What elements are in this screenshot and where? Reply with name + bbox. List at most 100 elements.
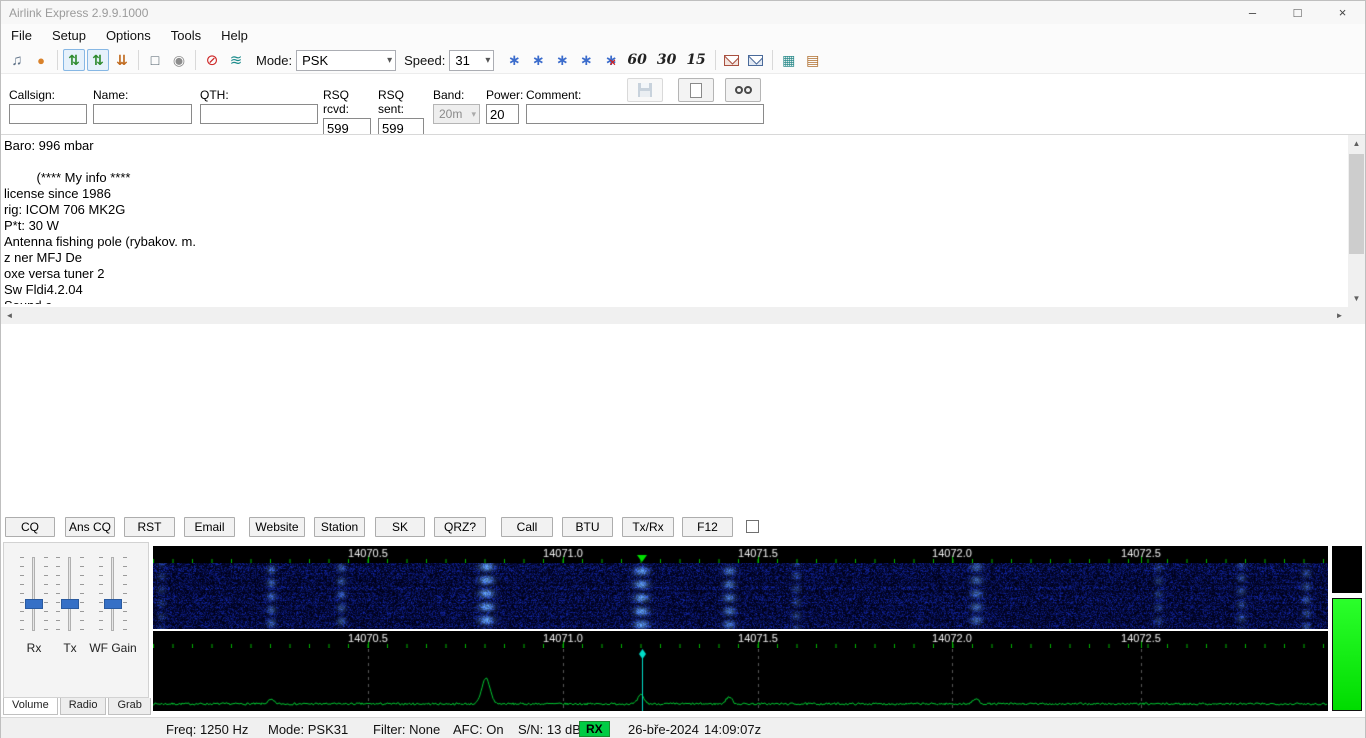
maximize-button[interactable]: □ [1275, 1, 1320, 24]
callsign-field[interactable] [9, 104, 87, 124]
window-controls: – □ × [1230, 1, 1365, 24]
macro-call-button[interactable]: Call [501, 517, 553, 537]
minimize-button[interactable]: – [1230, 1, 1275, 24]
email-send-icon[interactable] [721, 49, 743, 71]
chevron-down-icon: ▾ [471, 108, 476, 119]
macro-btu-button[interactable]: BTU [562, 517, 613, 537]
close-button[interactable]: × [1320, 1, 1365, 24]
rsid-off-icon[interactable]: ∗ × [599, 49, 621, 71]
scroll-right-icon[interactable]: ► [1331, 307, 1348, 324]
rsid-icon-1[interactable]: ∗ [503, 49, 525, 71]
rx-window[interactable]: Baro: 996 mbar (**** My info **** licens… [1, 134, 1365, 324]
stream-icon[interactable]: ≋ [225, 49, 247, 71]
volume-panel: Rx Tx WF Gain [3, 542, 149, 698]
chevron-down-icon: ▾ [485, 54, 491, 66]
tx-window[interactable] [1, 324, 1365, 515]
macro-bar: CQ Ans CQ RST Email Website Station SK Q… [1, 515, 1365, 539]
rsid-icon-3[interactable]: ∗ [551, 49, 573, 71]
macro-cq-button[interactable]: CQ [5, 517, 55, 537]
speed-60-button[interactable]: 60 [627, 52, 646, 68]
rx-slider-label: Rx [26, 641, 42, 655]
macro-checkbox[interactable] [746, 520, 759, 533]
qth-label: QTH: [200, 88, 229, 102]
stop-tx-icon[interactable]: ⊘ [201, 49, 223, 71]
monitor-icon[interactable]: □ [144, 49, 166, 71]
macro-qrz-button[interactable]: QRZ? [434, 517, 486, 537]
band-label: Band: [433, 88, 465, 102]
window-title: Airlink Express 2.9.9.1000 [9, 5, 149, 20]
status-freq: Freq: 1250 Hz [166, 722, 249, 737]
search-log-button[interactable] [725, 78, 761, 102]
menu-setup[interactable]: Setup [42, 26, 96, 45]
document-icon [690, 82, 702, 98]
mode-select[interactable]: PSK ▾ [296, 49, 397, 71]
rx-horizontal-scrollbar[interactable]: ◄ ► [1, 307, 1348, 324]
save-disk-icon [638, 83, 652, 97]
scroll-down-icon[interactable]: ▼ [1348, 290, 1365, 307]
save-qso-button[interactable] [627, 78, 663, 102]
rx-text: Baro: 996 mbar (**** My info **** licens… [4, 138, 196, 304]
toolbar-separator [57, 50, 58, 70]
menubar: File Setup Options Tools Help [1, 24, 1365, 47]
speed-30-button[interactable]: 30 [657, 52, 676, 68]
split-view-icon[interactable]: ⇊ [111, 49, 133, 71]
macro-station-button[interactable]: Station [314, 517, 365, 537]
scroll-up-icon[interactable]: ▲ [1348, 135, 1365, 152]
menu-options[interactable]: Options [96, 26, 161, 45]
waterfall-display[interactable] [153, 563, 1328, 629]
macro-f12-button[interactable]: F12 [682, 517, 733, 537]
logbook-grid-icon[interactable]: ▦ [778, 49, 800, 71]
record-icon[interactable]: ◉ [168, 49, 190, 71]
rsq-rcvd-label: RSQ rcvd: [323, 88, 350, 116]
slider-thumb[interactable] [25, 599, 43, 609]
name-label: Name: [93, 88, 129, 102]
audio-notes-icon[interactable]: ♫ [6, 49, 28, 71]
macro-ans-cq-button[interactable]: Ans CQ [65, 517, 115, 537]
rx-channel-a-icon[interactable]: ⇅ [63, 49, 85, 71]
log-sheet-icon[interactable]: ▤ [802, 49, 824, 71]
comment-field[interactable] [526, 104, 764, 124]
slider-thumb[interactable] [104, 599, 122, 609]
new-record-button[interactable] [678, 78, 714, 102]
name-field[interactable] [93, 104, 192, 124]
scrollbar-thumb[interactable] [1349, 154, 1364, 254]
spectrum-display[interactable] [153, 648, 1328, 711]
rx-indicator-badge: RX [579, 721, 610, 737]
slider-thumb[interactable] [61, 599, 79, 609]
tab-radio[interactable]: Radio [59, 698, 107, 715]
toolbar-separator [195, 50, 196, 70]
qth-field[interactable] [200, 104, 318, 124]
tab-volume[interactable]: Volume [3, 698, 58, 715]
rx-vertical-scrollbar[interactable]: ▲ ▼ [1348, 135, 1365, 307]
macro-website-button[interactable]: Website [249, 517, 305, 537]
rx-volume-slider[interactable]: Rx [16, 555, 52, 655]
wf-gain-slider[interactable]: WF Gain [88, 555, 138, 655]
menu-file[interactable]: File [1, 26, 42, 45]
menu-tools[interactable]: Tools [161, 26, 211, 45]
email-open-icon[interactable] [745, 49, 767, 71]
macro-txrx-button[interactable]: Tx/Rx [622, 517, 674, 537]
power-field[interactable] [486, 104, 519, 124]
waterfall-frequency-ruler [153, 546, 1328, 563]
tab-grab[interactable]: Grab [108, 698, 151, 715]
speed-15-button[interactable]: 15 [686, 52, 705, 68]
menu-help[interactable]: Help [211, 26, 258, 45]
mode-label: Mode: [256, 52, 293, 68]
speed-select[interactable]: 31 ▾ [449, 49, 495, 71]
band-select[interactable]: 20m ▾ [433, 104, 480, 124]
announce-icon[interactable]: ● [30, 49, 52, 71]
macro-sk-button[interactable]: SK [375, 517, 425, 537]
rsid-icon-2[interactable]: ∗ [527, 49, 549, 71]
mode-value: PSK [302, 52, 329, 68]
scroll-left-icon[interactable]: ◄ [1, 307, 18, 324]
macro-email-button[interactable]: Email [184, 517, 235, 537]
rsid-icon-4[interactable]: ∗ [575, 49, 597, 71]
toolbar-separator [138, 50, 139, 70]
qso-log-form: Callsign: Name: QTH: RSQ rcvd: RSQ sent:… [1, 74, 1365, 138]
red-cross-icon: × [609, 57, 616, 69]
tx-volume-slider[interactable]: Tx [52, 555, 88, 655]
rx-channel-b-icon[interactable]: ⇅ [87, 49, 109, 71]
macro-rst-button[interactable]: RST [124, 517, 175, 537]
status-utc-time: 14:09:07z [704, 722, 762, 737]
callsign-label: Callsign: [9, 88, 56, 102]
